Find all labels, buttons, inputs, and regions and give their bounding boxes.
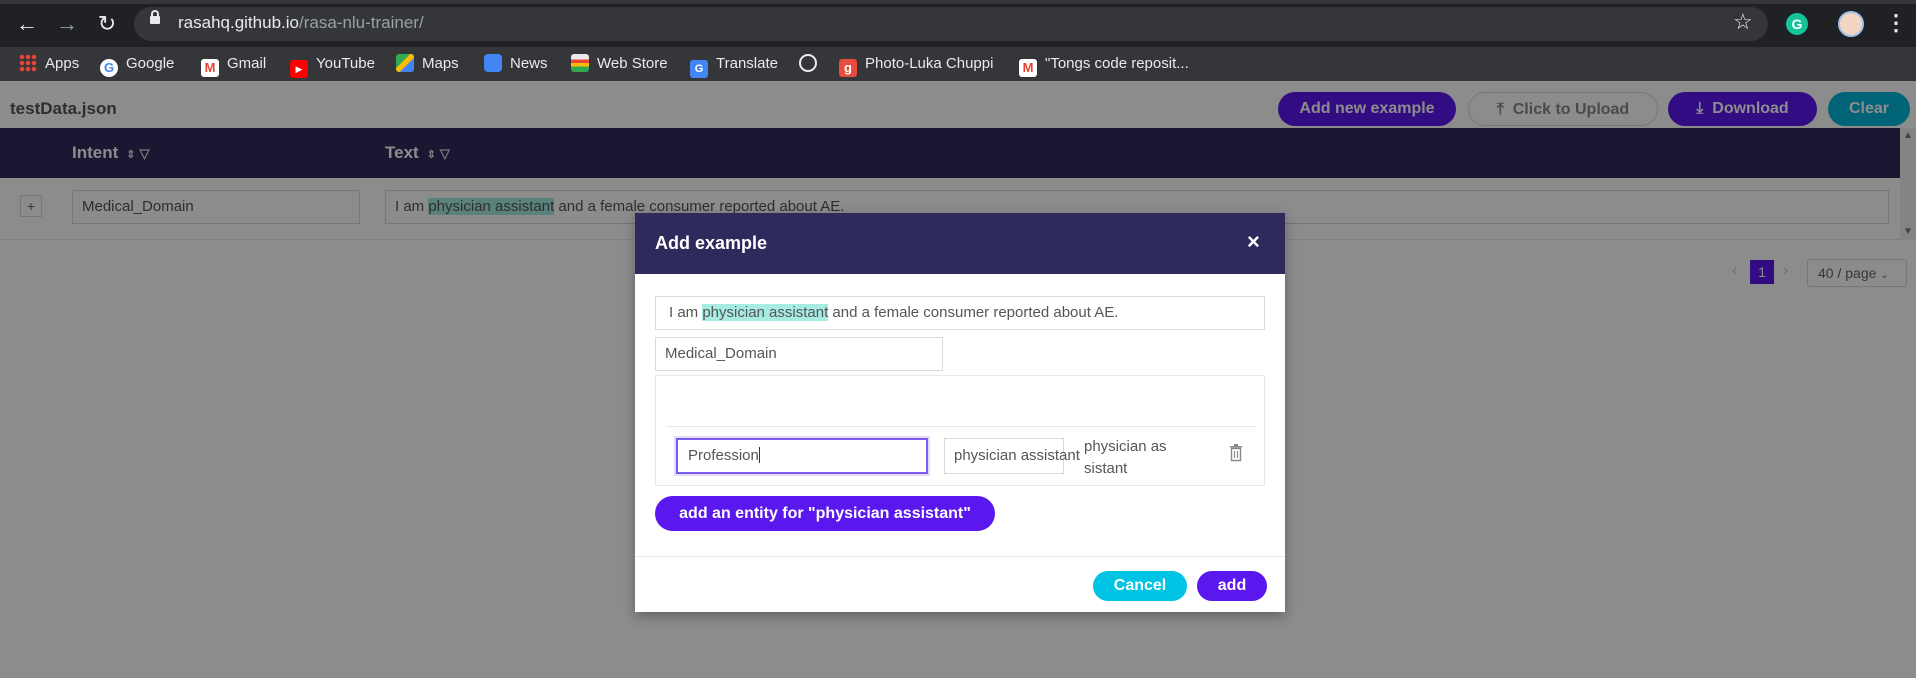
lock-icon	[150, 10, 160, 24]
bookmark-star-icon[interactable]: ☆	[1733, 9, 1753, 35]
bookmark-apps[interactable]: Apps	[19, 54, 79, 74]
entity-table: Profession physician assistant physician…	[655, 375, 1265, 486]
bookmarks-bar: Apps G Google M Gmail ▶ YouTube Maps News W…	[0, 47, 1916, 81]
entity-raw-text: physician as sistant	[1084, 438, 1167, 477]
cancel-button[interactable]: Cancel	[1093, 571, 1187, 601]
bookmark-google[interactable]: G Google	[100, 54, 174, 77]
text-caret	[758, 447, 760, 463]
bookmark-globe[interactable]	[799, 54, 825, 74]
back-arrow-icon[interactable]: ←	[12, 9, 42, 39]
url-text[interactable]: rasahq.github.io/rasa-nlu-trainer/	[178, 13, 424, 33]
modal-title: Add example	[655, 233, 768, 253]
grammarly-extension-icon[interactable]: G	[1786, 13, 1808, 35]
example-text-input[interactable]: I am physician assistant and a female co…	[655, 296, 1265, 330]
bookmark-gmail[interactable]: M Gmail	[201, 54, 266, 77]
bookmark-webstore[interactable]: Web Store	[571, 54, 668, 74]
delete-trash-icon[interactable]	[1228, 444, 1244, 462]
globe-icon	[799, 54, 817, 72]
reload-icon[interactable]: ↻	[92, 9, 122, 39]
close-icon[interactable]: ×	[1247, 229, 1260, 255]
bookmark-photo-luka-chuppi[interactable]: g Photo-Luka Chuppi	[839, 54, 993, 77]
bookmark-news[interactable]: News	[484, 54, 548, 74]
webstore-icon	[571, 54, 589, 72]
entity-name-input[interactable]: Profession	[676, 438, 928, 474]
entity-highlight: physician assistant	[702, 304, 829, 321]
browser-toolbar: ← → ↻ rasahq.github.io/rasa-nlu-trainer/…	[0, 0, 1916, 47]
gmail-icon: M	[1019, 59, 1037, 77]
intent-input[interactable]: Medical_Domain	[655, 337, 943, 371]
modal-header: Add example ×	[635, 213, 1285, 274]
g-letter-icon: g	[839, 59, 857, 77]
add-entity-button[interactable]: add an entity for "physician assistant"	[655, 496, 995, 531]
add-button[interactable]: add	[1197, 571, 1267, 601]
bookmark-maps[interactable]: Maps	[396, 54, 459, 74]
bookmark-translate[interactable]: G Translate	[690, 54, 778, 78]
menu-kebab-icon[interactable]: ⋮	[1885, 10, 1907, 36]
bookmark-youtube[interactable]: ▶ YouTube	[290, 54, 375, 78]
profile-avatar[interactable]	[1838, 11, 1864, 37]
add-example-modal: Add example × I am physician assistant a…	[635, 213, 1285, 612]
bookmark-tongs-code[interactable]: M "Tongs code reposit...	[1019, 54, 1189, 77]
entity-value-input[interactable]: physician assistant	[944, 438, 1080, 474]
youtube-icon: ▶	[290, 60, 308, 78]
entity-divider	[666, 426, 1256, 427]
google-icon: G	[100, 59, 118, 77]
translate-icon: G	[690, 60, 708, 78]
apps-grid-icon	[19, 54, 37, 72]
maps-icon	[396, 54, 414, 72]
tab-strip	[0, 0, 1916, 4]
forward-arrow-icon[interactable]: →	[52, 9, 82, 39]
modal-footer-divider	[635, 556, 1285, 557]
gmail-icon: M	[201, 59, 219, 77]
news-icon	[484, 54, 502, 72]
